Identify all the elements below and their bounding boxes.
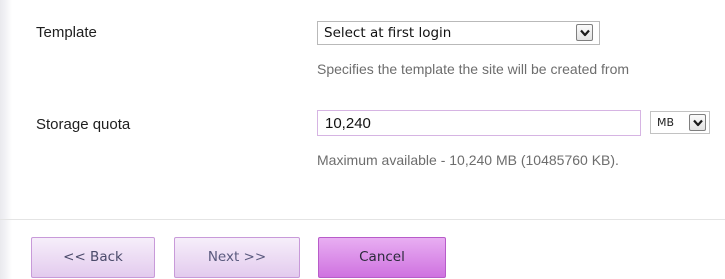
template-select-value: Select at first login (324, 25, 452, 41)
chevron-down-icon (580, 29, 590, 37)
left-edge-shadow (0, 0, 12, 279)
template-dropdown-button[interactable] (576, 24, 593, 41)
unit-dropdown-button[interactable] (689, 114, 706, 131)
next-button[interactable]: Next >> (174, 237, 300, 278)
storage-quota-label: Storage quota (36, 116, 131, 133)
cancel-button[interactable]: Cancel (318, 237, 446, 278)
storage-quota-value: 10,240 (325, 115, 371, 132)
storage-quota-input[interactable]: 10,240 (317, 110, 641, 136)
template-help-text: Specifies the template the site will be … (317, 61, 630, 77)
back-button[interactable]: << Back (31, 237, 155, 278)
chevron-down-icon (693, 119, 703, 127)
quota-unit-value: MB (657, 116, 675, 129)
quota-unit-select[interactable]: MB (650, 111, 710, 134)
template-label: Template (36, 24, 97, 41)
site-creation-form: Template Select at first login Specifies… (0, 0, 725, 279)
storage-quota-help-text: Maximum available - 10,240 MB (10485760 … (317, 152, 619, 168)
template-select[interactable]: Select at first login (317, 21, 600, 45)
button-bar-divider (0, 219, 725, 220)
